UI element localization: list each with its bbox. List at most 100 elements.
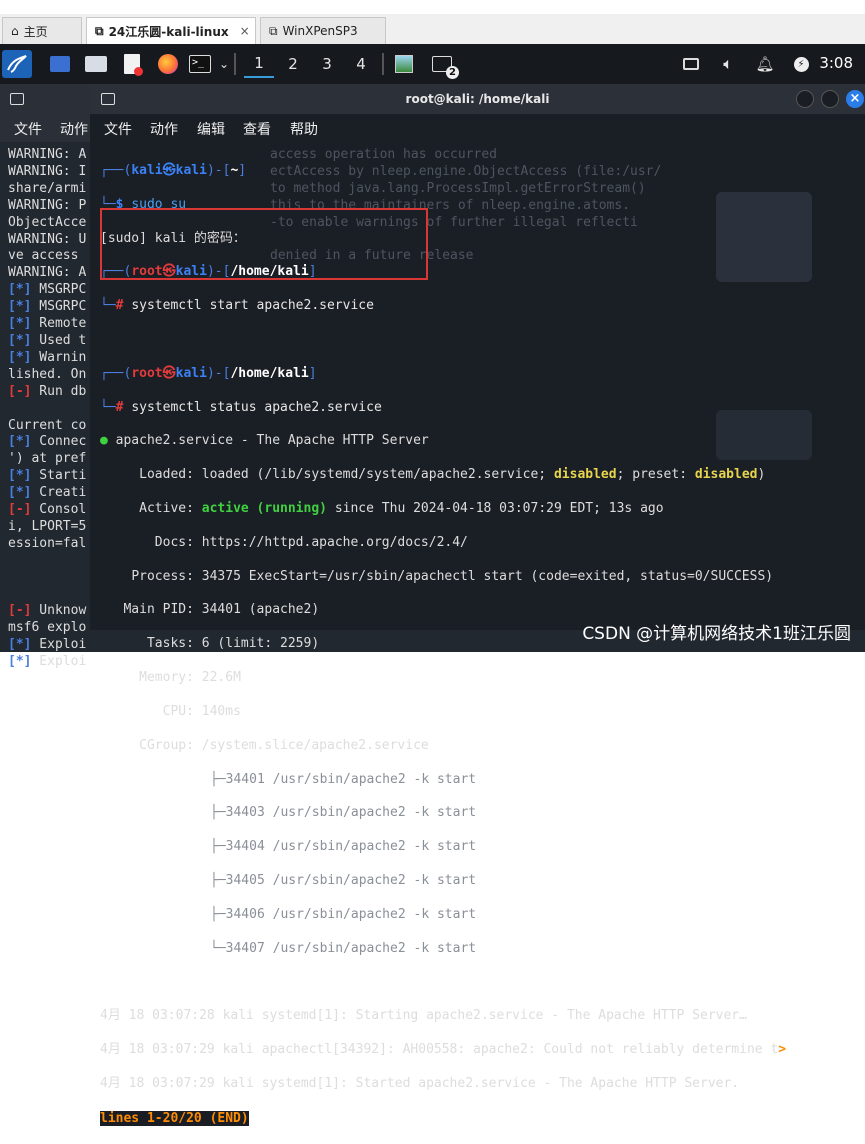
kali-top-panel: >_ ⌄ 1 2 3 4 2 🔈︎ 🔔︎ ⚡︎ 3:08: [0, 44, 865, 84]
firefox-icon[interactable]: [154, 50, 182, 78]
terminal-menubar: 文件 动作 编辑 查看 帮助: [90, 114, 865, 142]
terminal-output[interactable]: ┌──(kali㉿kali)-[~] └─$ sudo su [sudo] ka…: [100, 146, 786, 1144]
terminal-icon: [101, 93, 115, 105]
text-editor-icon[interactable]: [118, 50, 146, 78]
active-line: Active: active (running) since Thu 2024-…: [100, 501, 786, 518]
menu-action[interactable]: 动作: [150, 119, 178, 139]
cgroup-child: ├─34405 /usr/sbin/apache2 -k start: [100, 873, 786, 890]
prompt-line: ┌──(kali㉿kali)-[~]: [100, 163, 786, 180]
text-cursor: [249, 1110, 257, 1125]
csdn-watermark: CSDN @计算机网络技术1班江乐圆: [582, 619, 851, 644]
cgroup-child: ├─34403 /usr/sbin/apache2 -k start: [100, 805, 786, 822]
back-terminal-line: [*] Connec: [8, 434, 98, 451]
log-line: 4月 18 03:07:29 kali systemd[1]: Started …: [100, 1076, 786, 1093]
back-terminal-line: [*] Exploi: [8, 654, 98, 671]
back-terminal-line: msf6 explo: [8, 620, 98, 637]
docs-line: Docs: https://httpd.apache.org/docs/2.4/: [100, 535, 786, 552]
back-terminal-line: WARNING: I: [8, 164, 98, 181]
maximize-button[interactable]: [821, 90, 839, 108]
workspace-2[interactable]: 2: [278, 50, 308, 78]
workspace-4[interactable]: 4: [346, 50, 376, 78]
cpu-line: CPU: 140ms: [100, 704, 786, 721]
tab-kali[interactable]: ⧉ 24江乐圆-kali-linux ×: [86, 17, 256, 44]
close-tab-icon[interactable]: ×: [240, 24, 250, 38]
back-menu-action[interactable]: 动作: [60, 119, 88, 139]
cgroup-child: └─34407 /usr/sbin/apache2 -k start: [100, 941, 786, 958]
panel-separator: [382, 53, 384, 75]
panel-separator: [234, 53, 236, 75]
home-icon: ⌂: [11, 24, 19, 38]
back-terminal-line: WARNING: A: [8, 147, 98, 164]
memory-line: Memory: 22.6M: [100, 670, 786, 687]
back-terminal-line: [8, 401, 98, 418]
cgroup-child: ├─34401 /usr/sbin/apache2 -k start: [100, 772, 786, 789]
mainpid-line: Main PID: 34401 (apache2): [100, 602, 786, 619]
highlight-box: [100, 208, 428, 280]
back-terminal-line: WARNING: U: [8, 232, 98, 249]
root-prompt-line: ┌──(root㉿kali)-[/home/kali]: [100, 366, 786, 383]
menu-file[interactable]: 文件: [104, 119, 132, 139]
command-line: └─# systemctl status apache2.service: [100, 400, 786, 417]
show-desktop-icon[interactable]: [46, 50, 74, 78]
vm-icon: ⧉: [269, 24, 278, 39]
kali-menu-button[interactable]: [2, 50, 32, 78]
display-icon[interactable]: [680, 50, 702, 78]
back-terminal-line: WARNING: P: [8, 198, 98, 215]
notification-bell-icon[interactable]: 🔔︎: [754, 50, 776, 78]
terminal-icon: [10, 93, 24, 105]
process-line: Process: 34375 ExecStart=/usr/sbin/apach…: [100, 569, 786, 586]
back-terminal-line: ve access: [8, 248, 98, 265]
tab-home[interactable]: ⌂ 主页: [2, 17, 82, 44]
file-manager-icon[interactable]: [82, 50, 110, 78]
volume-icon[interactable]: 🔈︎: [716, 50, 740, 78]
back-menu-file[interactable]: 文件: [14, 119, 42, 139]
tab-winxp[interactable]: ⧉ WinXPenSP3: [260, 17, 386, 44]
back-terminal-line: ') at pref: [8, 451, 98, 468]
log-line: 4月 18 03:07:28 kali systemd[1]: Starting…: [100, 1008, 786, 1025]
task-count-badge: 2: [446, 66, 459, 79]
close-window-button[interactable]: ×: [846, 90, 864, 108]
back-terminal-line: ObjectAcce: [8, 215, 98, 232]
back-terminal-line: [*] Starti: [8, 468, 98, 485]
back-terminal-output: WARNING: AWARNING: Ishare/armiWARNING: P…: [8, 147, 98, 671]
back-terminal-line: [8, 553, 98, 570]
menu-help[interactable]: 帮助: [290, 119, 318, 139]
back-terminal-line: i, LPORT=5: [8, 519, 98, 536]
terminal-titlebar: root@kali: /home/kali: [90, 84, 865, 114]
power-icon[interactable]: ⚡︎: [790, 50, 812, 78]
back-terminal-line: [-] Unknow: [8, 603, 98, 620]
back-terminal-line: [*] Creati: [8, 485, 98, 502]
terminal-launcher-icon[interactable]: >_: [186, 50, 214, 78]
chevron-down-icon[interactable]: ⌄: [216, 50, 232, 78]
workspace-3[interactable]: 3: [312, 50, 342, 78]
kali-dragon-icon: [6, 54, 28, 74]
menu-view[interactable]: 查看: [243, 119, 271, 139]
minimize-button[interactable]: [796, 90, 814, 108]
cgroup-line: CGroup: /system.slice/apache2.service: [100, 738, 786, 755]
back-terminal-line: [*] Warnin: [8, 350, 98, 367]
back-terminal-line: share/armi: [8, 181, 98, 198]
back-terminal-line: lished. On: [8, 367, 98, 384]
back-terminal-line: [8, 570, 98, 587]
back-terminal-line: [8, 587, 98, 604]
back-terminal-line: [-] Run db: [8, 384, 98, 401]
panel-clock: 3:08: [819, 54, 853, 72]
back-terminal-line: [*] Used t: [8, 333, 98, 350]
cgroup-child: ├─34406 /usr/sbin/apache2 -k start: [100, 907, 786, 924]
cgroup-child: ├─34404 /usr/sbin/apache2 -k start: [100, 839, 786, 856]
service-header: ● apache2.service - The Apache HTTP Serv…: [100, 433, 786, 450]
back-terminal-line: [*] Remote: [8, 316, 98, 333]
command-line: └─# systemctl start apache2.service: [100, 298, 786, 315]
terminal-task-icon[interactable]: 2: [428, 50, 456, 78]
back-terminal-line: [-] Consol: [8, 502, 98, 519]
vm-icon: ⧉: [95, 24, 104, 39]
back-terminal-line: WARNING: A: [8, 265, 98, 282]
browser-tabbar: ⌂ 主页 ⧉ 24江乐圆-kali-linux × ⧉ WinXPenSP3: [0, 14, 865, 44]
pager-status: lines 1-20/20 (END): [100, 1110, 786, 1128]
image-app-icon[interactable]: [392, 50, 416, 78]
menu-edit[interactable]: 编辑: [197, 119, 225, 139]
back-terminal-line: ession=fal: [8, 536, 98, 553]
back-terminal-line: Current co: [8, 418, 98, 435]
workspace-1[interactable]: 1: [244, 50, 274, 78]
back-terminal-line: [*] MSGRPC: [8, 282, 98, 299]
